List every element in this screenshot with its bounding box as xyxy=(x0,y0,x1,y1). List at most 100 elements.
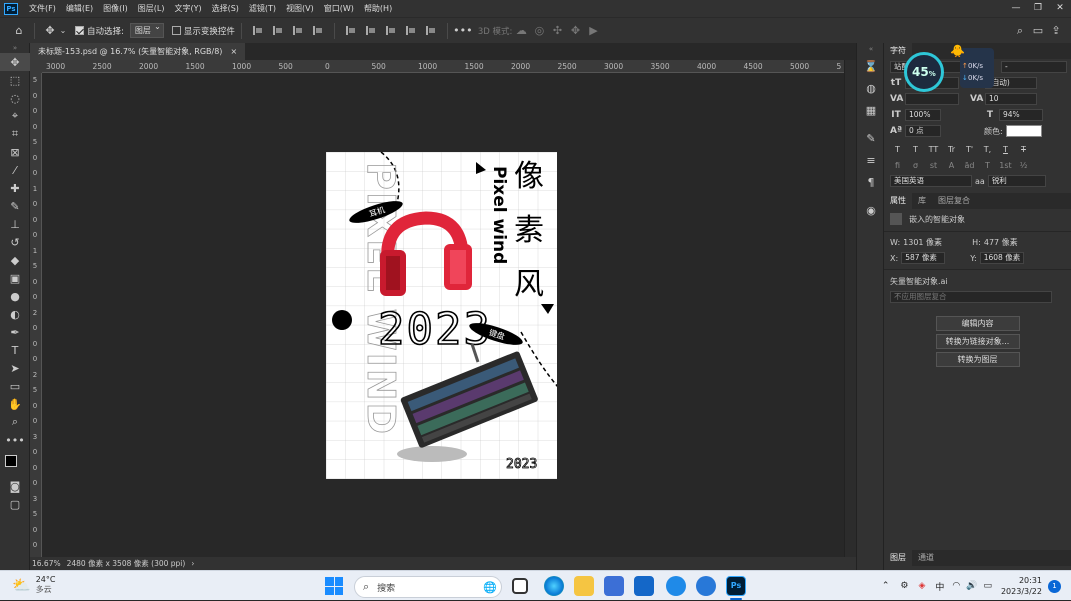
auto-select-checkbox[interactable] xyxy=(75,26,84,35)
marquee-tool-icon[interactable]: ⬚ xyxy=(0,71,30,89)
lasso-tool-icon[interactable]: ◌ xyxy=(0,89,30,107)
frame-tool-icon[interactable]: ⊠ xyxy=(0,143,30,161)
hand-tool-icon[interactable]: ✋ xyxy=(0,395,30,413)
quick-select-icon[interactable]: ⌖ xyxy=(0,107,30,125)
stylistic-button[interactable]: ād xyxy=(962,161,977,170)
distribute-vcenter-icon[interactable] xyxy=(425,26,436,35)
battery-icon[interactable]: ▭ xyxy=(980,581,995,591)
align-top-icon[interactable] xyxy=(312,26,323,35)
network-speed-widget[interactable]: 45% 🐥 ↑ 0K/s ↓ 0K/s xyxy=(898,44,994,96)
ie-browser-icon[interactable] xyxy=(666,576,686,596)
vertical-scale-field[interactable]: 100% xyxy=(905,109,941,121)
distribute-left-icon[interactable] xyxy=(345,26,356,35)
align-left-icon[interactable] xyxy=(252,26,263,35)
eraser-tool-icon[interactable]: ◆ xyxy=(0,251,30,269)
maximize-icon[interactable]: ❐ xyxy=(1027,0,1049,17)
antialias-dropdown[interactable]: 锐利 xyxy=(987,175,1046,187)
tab-layers[interactable]: 图层 xyxy=(884,550,912,566)
distribute-right-icon[interactable] xyxy=(385,26,396,35)
layer-comp-dropdown[interactable]: 不应用图层复合 xyxy=(890,291,1052,303)
small-caps-button[interactable]: Tr xyxy=(944,145,959,154)
color-panel-icon[interactable]: ◍ xyxy=(857,77,885,99)
all-caps-button[interactable]: TT xyxy=(926,145,941,154)
tray-app-icon[interactable]: ⚙ xyxy=(895,581,913,591)
zoom-level[interactable]: 16.67% xyxy=(32,559,61,568)
share-icon[interactable]: ⇪ xyxy=(1047,22,1065,40)
strikethrough-button[interactable]: T xyxy=(1016,145,1031,154)
menu-edit[interactable]: 编辑(E) xyxy=(61,3,98,14)
3d-orbit-icon[interactable]: ☁ xyxy=(512,22,530,40)
menu-view[interactable]: 视图(V) xyxy=(281,3,319,14)
edit-contents-button[interactable]: 编辑内容 xyxy=(935,316,1020,331)
crop-tool-icon[interactable]: ⌗ xyxy=(0,125,30,143)
width-value[interactable]: 1301 像素 xyxy=(903,237,961,248)
vertical-scrollbar[interactable] xyxy=(844,60,856,558)
fractions-button[interactable]: ½ xyxy=(1016,161,1031,170)
ime-indicator[interactable]: 中 xyxy=(930,580,949,593)
auto-select-dropdown[interactable]: 图层 xyxy=(129,22,164,38)
store-icon[interactable] xyxy=(604,576,624,596)
convert-to-linked-button[interactable]: 转换为链接对象... xyxy=(935,334,1020,349)
text-color-swatch[interactable] xyxy=(1005,125,1042,137)
stamp-tool-icon[interactable]: ⊥ xyxy=(0,215,30,233)
swash-button[interactable]: A xyxy=(944,161,959,170)
distribute-top-icon[interactable] xyxy=(405,26,416,35)
faux-italic-button[interactable]: T xyxy=(908,145,923,154)
document-tab[interactable]: 未标题-153.psd @ 16.7% (矢量智能对象, RGB/8) × xyxy=(30,43,246,60)
paragraph-panel-icon[interactable]: ¶ xyxy=(857,171,885,193)
move-tool-icon[interactable]: ✥ xyxy=(0,53,30,71)
language-dropdown[interactable]: 美国英语 xyxy=(890,175,972,187)
workspace-icon[interactable]: ▭ xyxy=(1029,22,1047,40)
baseline-field[interactable]: 0 点 xyxy=(905,125,941,137)
menu-layer[interactable]: 图层(L) xyxy=(133,3,170,14)
tab-channels[interactable]: 通道 xyxy=(912,550,940,566)
photoshop-taskbar-icon[interactable]: Ps xyxy=(726,576,746,596)
subscript-button[interactable]: T, xyxy=(980,145,995,154)
3d-scale-icon[interactable]: ▶ xyxy=(584,22,602,40)
swatches-panel-icon[interactable]: ▦ xyxy=(857,99,885,121)
brush-tool-icon[interactable]: ✎ xyxy=(0,197,30,215)
start-windows-icon[interactable] xyxy=(325,577,343,595)
superscript-button[interactable]: T' xyxy=(962,145,977,154)
blur-tool-icon[interactable]: ● xyxy=(0,287,30,305)
notification-badge[interactable]: 1 xyxy=(1048,579,1061,593)
foreground-color[interactable] xyxy=(5,455,17,467)
history-panel-icon[interactable]: ⌛ xyxy=(857,55,885,77)
eyedropper-icon[interactable]: ⁄ xyxy=(0,161,30,179)
contextual-button[interactable]: σ xyxy=(908,161,923,170)
3d-roll-icon[interactable]: ◎ xyxy=(530,22,548,40)
search-icon[interactable]: ⌕ xyxy=(1011,22,1029,40)
close-icon[interactable]: × xyxy=(230,43,237,60)
wifi-icon[interactable]: ◠ xyxy=(949,581,963,591)
mail-icon[interactable] xyxy=(634,576,654,596)
type-tool-icon[interactable]: T xyxy=(0,341,30,359)
chevron-right-icon[interactable]: › xyxy=(191,559,194,568)
faux-bold-button[interactable]: T xyxy=(890,145,905,154)
tab-libraries[interactable]: 库 xyxy=(912,193,932,209)
height-value[interactable]: 477 像素 xyxy=(984,237,1018,248)
close-icon[interactable]: ✕ xyxy=(1049,0,1071,17)
minimize-icon[interactable]: — xyxy=(1005,0,1027,17)
tab-properties[interactable]: 属性 xyxy=(884,193,912,209)
home-icon[interactable]: ⌂ xyxy=(10,22,28,40)
brush-panel-icon[interactable]: ✎ xyxy=(857,127,885,149)
menu-image[interactable]: 图像(I) xyxy=(98,3,133,14)
healing-brush-icon[interactable]: ✚ xyxy=(0,179,30,197)
photoshop-logo-icon[interactable]: Ps xyxy=(4,2,18,15)
taskbar-search[interactable]: ⌕ 搜索 🌐 xyxy=(354,576,502,598)
document-size-info[interactable]: 2480 像素 x 3508 像素 (300 ppi) xyxy=(67,558,186,569)
task-view-icon[interactable] xyxy=(512,578,528,594)
navigator-panel-icon[interactable]: ◉ xyxy=(857,199,885,221)
quick-mask-icon[interactable]: ◙ xyxy=(0,477,30,495)
horizontal-ruler[interactable]: 3000 2500 2000 1500 1000 500 0 500 1000 1500 2000 2… xyxy=(42,60,856,73)
file-explorer-icon[interactable] xyxy=(574,576,594,596)
gradient-tool-icon[interactable]: ▣ xyxy=(0,269,30,287)
chevron-down-icon[interactable]: ⌄ xyxy=(59,22,67,40)
align-hcenter-icon[interactable] xyxy=(272,26,283,35)
rectangle-tool-icon[interactable]: ▭ xyxy=(0,377,30,395)
convert-to-layers-button[interactable]: 转换为图层 xyxy=(935,352,1020,367)
3d-pan-icon[interactable]: ✣ xyxy=(548,22,566,40)
y-field[interactable]: 1608 像素 xyxy=(979,252,1024,264)
show-transform-checkbox[interactable] xyxy=(171,26,181,35)
more-options-icon[interactable]: ••• xyxy=(453,22,472,40)
